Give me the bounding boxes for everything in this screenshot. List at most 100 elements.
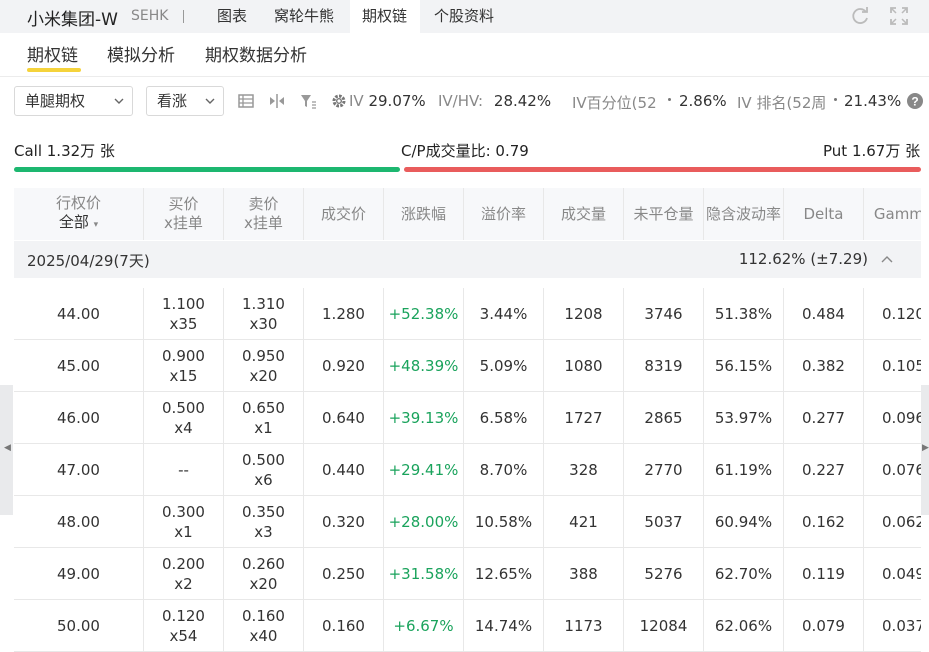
change-cell: +28.00% [384,496,464,548]
header-open-interest[interactable]: 未平仓量 [624,188,704,240]
volume-cell: 1727 [544,392,624,444]
delta-cell: 0.162 [784,496,864,548]
header-gamma[interactable]: Gamma [864,188,921,240]
premium-cell: 3.44% [464,288,544,340]
call-volume: Call 1.32万 张 [14,142,115,160]
header-ask[interactable]: 卖价 x挂单 [224,188,304,240]
scroll-right-handle[interactable]: ▶ [921,385,929,515]
direction-select[interactable]: 看涨 [146,86,224,116]
subtab-option-chain[interactable]: 期权链 [27,41,78,66]
iv-value: 29.07% [368,92,426,110]
stock-title: 小米集团-W [27,10,118,30]
iv-percentile-stat: IV百分位(52 [572,92,657,113]
premium-cell: 12.65% [464,548,544,600]
ask-cell: 0.350 x3 [224,496,304,548]
caret-left-icon: ◀ [4,443,11,453]
strike-cell: 46.00 [14,392,144,444]
cp-ratio: C/P成交量比: 0.79 [401,142,529,160]
tab-option-chain[interactable]: 期权链 [350,0,420,33]
scroll-left-handle[interactable]: ◀ [0,385,13,515]
iv-rank-label: IV 排名(52周 [737,94,827,112]
last-price-cell: 0.320 [304,496,384,548]
open-interest-cell: 2865 [624,392,704,444]
subtab-simulation[interactable]: 模拟分析 [107,41,175,66]
delta-cell: 0.484 [784,288,864,340]
open-interest-cell: 5276 [624,548,704,600]
tab-chart[interactable]: 图表 [217,0,247,33]
table-row[interactable]: 49.00 0.200 x2 0.260 x20 0.250 +31.58% 12.65% 38… [14,548,921,600]
table-row[interactable]: 46.00 0.500 x4 0.650 x1 0.640 +39.13% 6.58% 1727… [14,392,921,444]
ivhv-value: 28.42% [493,92,552,110]
chevron-down-icon [114,98,124,104]
volume-cell: 421 [544,496,624,548]
expand-icon[interactable] [888,5,910,27]
header-delta[interactable]: Delta [784,188,864,240]
iv-rank-value: 21.43% [844,92,902,110]
table-row[interactable]: 47.00 -- 0.500 x6 0.440 +29.41% 8.70% 328 2770 61… [14,444,921,496]
header-implied-volatility[interactable]: 隐含波动率 [704,188,784,240]
divider [183,10,184,23]
chevron-up-icon[interactable] [881,255,893,263]
header-strike[interactable]: 行权价 全部 ▾ [14,188,144,240]
strike-cell: 45.00 [14,340,144,392]
option-type-value: 单腿期权 [25,92,86,110]
bid-cell: 0.200 x2 [144,548,224,600]
ask-cell: 0.500 x6 [224,444,304,496]
compare-icon[interactable] [268,92,286,110]
bid-cell: 0.300 x1 [144,496,224,548]
direction-value: 看涨 [157,92,188,110]
ivhv-label: IV/HV: [438,92,484,110]
implied-volatility-cell: 53.97% [704,392,784,444]
subtab-option-data-analysis[interactable]: 期权数据分析 [205,41,307,66]
expiry-group-row[interactable]: 2025/04/29(7天) 112.62% (±7.29) [14,241,921,278]
table-row[interactable]: 50.00 0.120 x54 0.160 x40 0.160 +6.67% 14.74% 11… [14,600,921,652]
svg-text:?: ? [911,95,918,109]
filter-icon[interactable] [299,92,317,110]
implied-volatility-cell: 60.94% [704,496,784,548]
gamma-cell: 0.105 [864,340,921,392]
open-interest-cell: 8319 [624,340,704,392]
header-volume[interactable]: 成交量 [544,188,624,240]
header-premium[interactable]: 溢价率 [464,188,544,240]
iv-label: IV [349,92,364,110]
expiry-iv: 112.62% (±7.29) [738,250,868,268]
volume-cell: 388 [544,548,624,600]
table-row[interactable]: 45.00 0.900 x15 0.950 x20 0.920 +48.39% 5.09% 10… [14,340,921,392]
ask-cell: 0.650 x1 [224,392,304,444]
premium-cell: 10.58% [464,496,544,548]
option-chain-table: 行权价 全部 ▾ 买价 x挂单 卖价 x挂单 成交价 涨跌幅 溢价率 成交量 未平仓… [14,188,921,652]
gamma-cell: 0.062 [864,496,921,548]
header-last[interactable]: 成交价 [304,188,384,240]
gamma-cell: 0.037 [864,600,921,652]
iv-percentile-value: 2.86% [679,92,727,110]
header-bid[interactable]: 买价 x挂单 [144,188,224,240]
option-type-select[interactable]: 单腿期权 [14,86,133,116]
iv-rank-stat: IV 排名(52周 [737,92,826,113]
put-volume-bar [404,167,921,172]
delta-cell: 0.277 [784,392,864,444]
strike-filter[interactable]: 全部 ▾ [59,213,98,235]
refresh-icon[interactable] [849,5,871,27]
open-interest-cell: 3746 [624,288,704,340]
delta-cell: 0.382 [784,340,864,392]
top-bar: 小米集团-W SEHK 图表 窝轮牛熊 期权链 个股资料 [0,0,929,33]
list-icon[interactable] [237,92,255,110]
last-price-cell: 1.280 [304,288,384,340]
change-cell: +29.41% [384,444,464,496]
bid-cell: -- [144,444,224,496]
premium-cell: 5.09% [464,340,544,392]
put-volume: Put 1.67万 张 [823,142,921,160]
table-row[interactable]: 48.00 0.300 x1 0.350 x3 0.320 +28.00% 10.58% 421… [14,496,921,548]
call-volume-bar [14,167,400,172]
header-change[interactable]: 涨跌幅 [384,188,464,240]
change-cell: +6.67% [384,600,464,652]
table-row[interactable]: 44.00 1.100 x35 1.310 x30 1.280 +52.38% 3.44% 12… [14,288,921,340]
settings-icon[interactable] [330,92,348,110]
delta-cell: 0.119 [784,548,864,600]
tab-company-profile[interactable]: 个股资料 [434,0,494,33]
help-icon[interactable]: ? [906,92,924,110]
expiry-date: 2025/04/29(7天) [27,252,150,270]
ask-cell: 0.950 x20 [224,340,304,392]
divider [0,76,929,77]
tab-warrants[interactable]: 窝轮牛熊 [274,0,334,33]
